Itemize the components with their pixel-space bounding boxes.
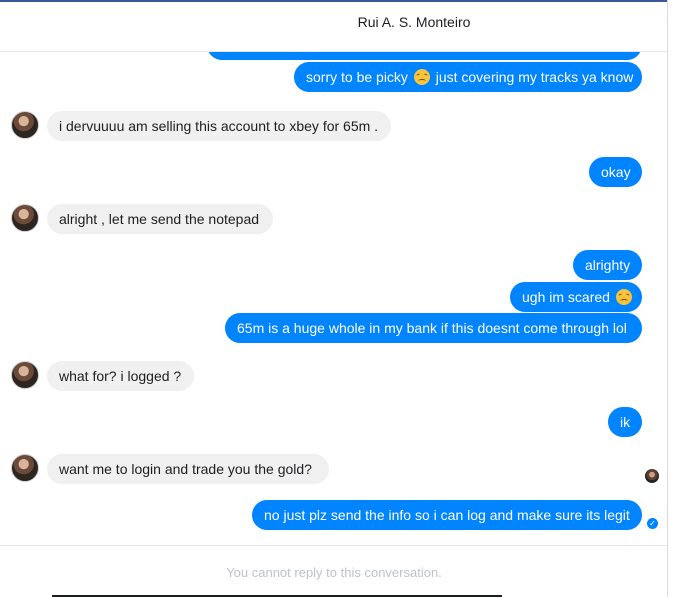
message-bubble-outgoing: no just plz send the info so i can log a… — [252, 500, 642, 530]
cannot-reply-notice: You cannot reply to this conversation. — [226, 565, 442, 580]
message-bubble-incoming: what for? i logged ? — [47, 361, 194, 391]
disappointed-face-emoji-icon — [615, 289, 632, 305]
scrollbar[interactable] — [667, 0, 675, 597]
message-thread[interactable]: sorry to be picky just covering my track… — [0, 52, 668, 544]
contact-avatar[interactable] — [11, 204, 39, 232]
message-bubble-outgoing: sorry to be picky just covering my track… — [294, 62, 642, 92]
message-bubble-outgoing-clipped — [207, 52, 642, 60]
message-bubble-incoming: alright , let me send the notepad — [47, 204, 273, 234]
contact-avatar[interactable] — [11, 111, 39, 139]
message-bubble-outgoing: okay — [589, 157, 642, 187]
contact-avatar[interactable] — [11, 454, 39, 482]
disappointed-face-emoji-icon — [413, 69, 430, 85]
message-bubble-outgoing: ik — [608, 407, 642, 437]
message-bubble-outgoing: alrighty — [573, 250, 642, 280]
composer-disabled: You cannot reply to this conversation. — [0, 545, 668, 598]
seen-avatar-icon — [645, 469, 659, 483]
sent-check-icon: ✓ — [647, 518, 658, 529]
conversation-header: Rui A. S. Monteiro — [0, 2, 668, 52]
contact-avatar[interactable] — [11, 361, 39, 389]
message-bubble-incoming: i dervuuuu am selling this account to xb… — [47, 111, 391, 141]
contact-name[interactable]: Rui A. S. Monteiro — [0, 14, 668, 30]
message-bubble-outgoing: ugh im scared — [510, 282, 642, 312]
message-bubble-incoming: want me to login and trade you the gold? — [47, 454, 329, 484]
message-bubble-outgoing: 65m is a huge whole in my bank if this d… — [225, 313, 642, 343]
